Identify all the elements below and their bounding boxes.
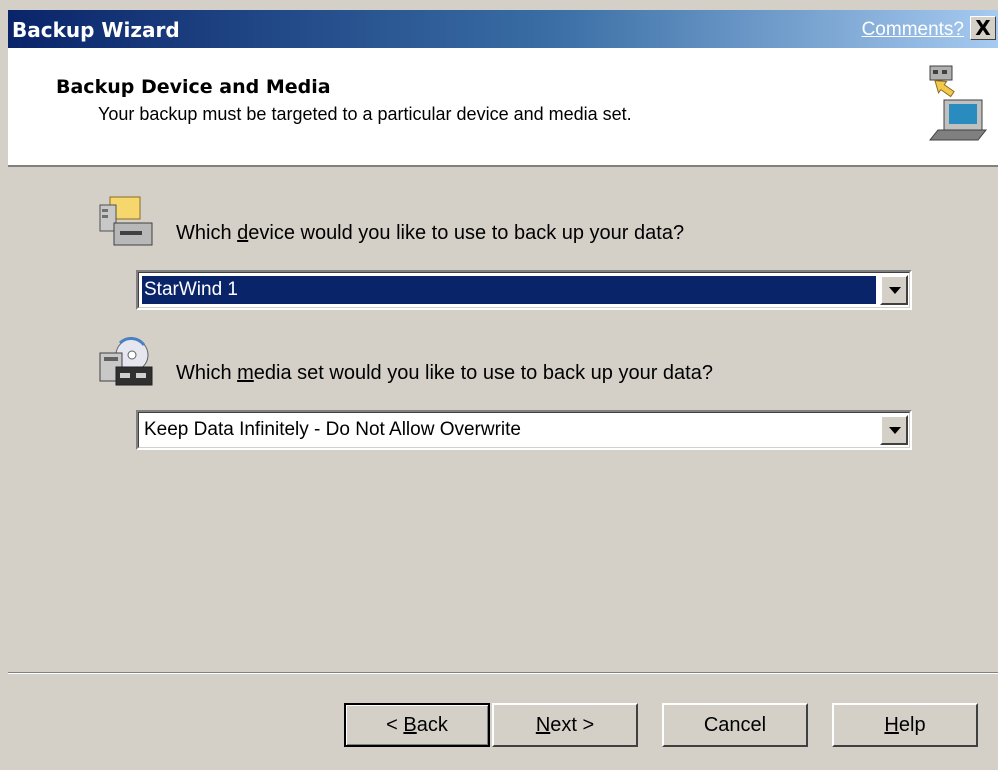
media-selected-value: Keep Data Infinitely - Do Not Allow Over…	[144, 419, 521, 440]
wizard-header: Backup Device and Media Your backup must…	[8, 48, 998, 167]
window-title: Backup Wizard	[12, 18, 180, 42]
wizard-body: Which device would you like to use to ba…	[8, 167, 998, 672]
computer-backup-icon	[928, 65, 988, 141]
backup-device-icon	[99, 196, 153, 246]
media-set-select[interactable]: Keep Data Infinitely - Do Not Allow Over…	[136, 410, 912, 450]
media-set-icon	[99, 337, 153, 386]
page-title: Backup Device and Media	[56, 76, 331, 98]
page-subtitle: Your backup must be targeted to a partic…	[98, 104, 632, 124]
chevron-down-icon[interactable]	[880, 415, 908, 445]
next-button[interactable]: Next >	[492, 703, 638, 747]
close-icon: X	[975, 16, 991, 40]
close-button[interactable]: X	[970, 16, 996, 40]
help-button[interactable]: Help	[832, 703, 978, 747]
back-button[interactable]: < Back	[344, 703, 490, 747]
media-question-label: Which media set would you like to use to…	[176, 362, 713, 384]
comments-link[interactable]: Comments?	[862, 19, 964, 41]
device-select[interactable]: StarWind 1	[136, 270, 912, 310]
cancel-button[interactable]: Cancel	[662, 703, 808, 747]
footer-divider	[8, 672, 998, 674]
device-selected-value: StarWind 1	[142, 276, 876, 304]
device-question-label: Which device would you like to use to ba…	[176, 222, 685, 244]
chevron-down-icon[interactable]	[880, 275, 908, 305]
title-bar: Backup Wizard Comments? X	[8, 10, 998, 48]
